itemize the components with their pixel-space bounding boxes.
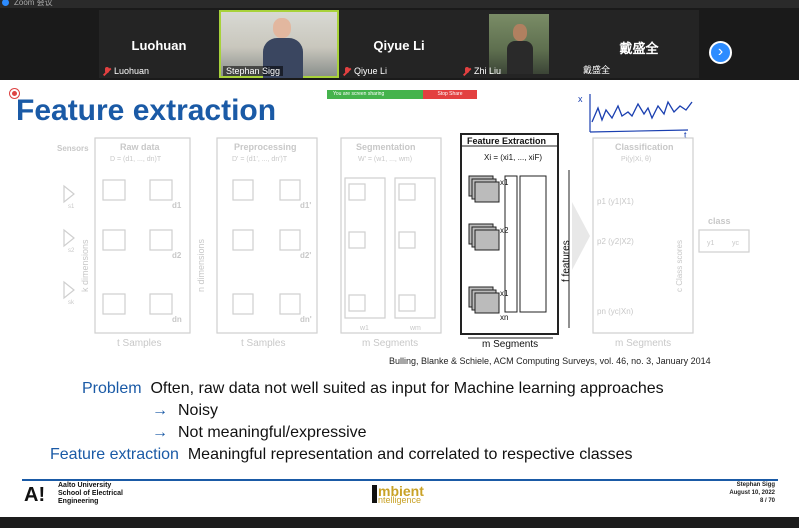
slide-title: Feature extraction bbox=[16, 94, 277, 127]
participant-silhouette bbox=[507, 24, 533, 74]
stop-share-button[interactable]: Stop Share bbox=[423, 90, 477, 99]
n-dimensions-label: n dimensions bbox=[196, 238, 206, 292]
raw-d-n: dn bbox=[172, 315, 182, 324]
mic-muted-icon bbox=[103, 66, 111, 76]
feature-extraction-formula: Xi = (xi1, ..., xiF) bbox=[484, 153, 542, 162]
arrow-icon: → bbox=[152, 402, 168, 419]
m-segments-label-3: m Segments bbox=[615, 338, 671, 349]
sensors-label: Sensors bbox=[57, 144, 89, 153]
t-samples-label: t Samples bbox=[117, 338, 161, 349]
chevron-right-icon: › bbox=[717, 43, 724, 60]
feature-extraction-title: Feature Extraction bbox=[467, 136, 546, 146]
class-value-1: y1 bbox=[707, 240, 715, 247]
footer-page: 8 / 70 bbox=[759, 498, 775, 504]
aalto-logo: A! bbox=[24, 484, 52, 506]
bottom-bar bbox=[0, 517, 799, 528]
footer-divider bbox=[22, 479, 778, 481]
participant-caption: Qiyue Li bbox=[343, 66, 387, 76]
footer-date: August 10, 2022 bbox=[729, 490, 775, 496]
screen-share-bar: You are screen sharing Stop Share bbox=[327, 90, 477, 99]
participant-name: 戴盛全 bbox=[619, 41, 659, 56]
window-titlebar: Zoom 会议 bbox=[0, 0, 799, 8]
seg-w-m: wm bbox=[409, 325, 421, 332]
participant-caption: Luohuan bbox=[103, 66, 149, 76]
window-title: Zoom 会议 bbox=[14, 0, 53, 7]
class-scores-label: c Class scores bbox=[675, 240, 684, 292]
class-label: class bbox=[708, 216, 731, 226]
classification-title: Classification bbox=[615, 142, 674, 152]
point-not-meaningful: → Not meaningful/expressive bbox=[152, 424, 367, 441]
arrow-icon: → bbox=[152, 424, 168, 441]
activity-recognition-chain-diagram: Sensors s1 s2 sk k dimensions Raw data D… bbox=[57, 133, 750, 350]
aalto-university-name: Aalto University School of Electrical En… bbox=[58, 482, 123, 505]
sensor-mark-1: s1 bbox=[68, 204, 75, 210]
seg-w-1: w1 bbox=[359, 325, 369, 332]
participant-tile-luohuan[interactable]: Luohuan Luohuan bbox=[99, 10, 219, 78]
m-segments-label: m Segments bbox=[362, 338, 418, 349]
zoom-icon bbox=[2, 0, 9, 6]
sensor-mark-2: s2 bbox=[68, 248, 75, 254]
class-row-1: p1 (y1|X1) bbox=[597, 197, 634, 206]
participant-gallery: Luohuan Luohuan Stephan Sigg Qiyue Li Qi… bbox=[0, 8, 799, 80]
classification-formula: Pi(y|Xi, θ) bbox=[621, 156, 651, 163]
participant-tile-dai-shengquan[interactable]: 戴盛全 戴盛全 bbox=[579, 10, 699, 78]
k-dimensions-label: k dimensions bbox=[80, 239, 90, 292]
class-row-2: p2 (y2|X2) bbox=[597, 237, 634, 246]
problem-text: Often, raw data not well suited as input… bbox=[150, 380, 664, 397]
share-status: You are screen sharing bbox=[327, 90, 423, 99]
pre-d-2: d2' bbox=[300, 251, 311, 260]
mic-muted-icon bbox=[463, 66, 471, 76]
participant-tile-qiyue-li[interactable]: Qiyue Li Qiyue Li bbox=[339, 10, 459, 78]
participant-caption: Zhi Liu bbox=[463, 66, 501, 76]
participant-name: Luohuan bbox=[131, 38, 187, 53]
class-value-c: yc bbox=[732, 240, 740, 247]
problem-term: Problem bbox=[82, 380, 142, 397]
feature-extraction-term: Feature extraction bbox=[50, 446, 179, 463]
feature-extraction-line: Feature extraction Meaningful representa… bbox=[50, 446, 633, 464]
pre-d-1: d1' bbox=[300, 201, 311, 210]
fe-mark-2: x2 bbox=[500, 226, 509, 235]
t-samples-label-2: t Samples bbox=[241, 338, 285, 349]
segmentation-formula: W' = (w1, ..., wm) bbox=[358, 156, 412, 163]
participant-tile-zhi-liu[interactable]: Zhi Liu bbox=[459, 10, 579, 78]
fe-mark-1: x1 bbox=[500, 178, 509, 187]
preprocessing-formula: D' = (d1', ..., dn')T bbox=[232, 156, 288, 163]
feature-extraction-text: Meaningful representation and correlated… bbox=[187, 446, 633, 463]
participant-caption: 戴盛全 bbox=[583, 65, 611, 75]
annotation-x-label: x bbox=[578, 94, 583, 104]
video-feed bbox=[489, 14, 549, 74]
preprocessing-title: Preprocessing bbox=[234, 142, 297, 152]
shared-slide: You are screen sharing Stop Share Featur… bbox=[0, 80, 799, 517]
citation: Bulling, Blanke & Schiele, ACM Computing… bbox=[389, 356, 711, 366]
sensor-mark-k: sk bbox=[68, 300, 75, 306]
footer-author: Stephan Sigg bbox=[736, 482, 775, 488]
pre-d-n: dn' bbox=[300, 315, 312, 324]
f-features-label: f features bbox=[561, 240, 572, 282]
m-segments-label-2: m Segments bbox=[482, 339, 538, 350]
raw-d-1: d1 bbox=[172, 201, 182, 210]
raw-data-title: Raw data bbox=[120, 142, 161, 152]
problem-line: Problem Often, raw data not well suited … bbox=[82, 380, 664, 398]
participant-tile-stephan-sigg[interactable]: Stephan Sigg bbox=[219, 10, 339, 78]
hand-annotation: x t bbox=[578, 94, 693, 138]
fe-mark-3: x1 bbox=[500, 289, 509, 298]
point-noisy: → Noisy bbox=[152, 402, 219, 419]
raw-d-2: d2 bbox=[172, 251, 182, 260]
fe-mark-n: xn bbox=[500, 313, 508, 322]
gallery-next-button[interactable]: › bbox=[709, 41, 732, 64]
class-row-n: pn (yc|Xn) bbox=[597, 307, 634, 316]
participant-name: Qiyue Li bbox=[373, 38, 425, 53]
mic-muted-icon bbox=[343, 66, 351, 76]
ambient-intelligence-logo: mbient ntelligence bbox=[372, 483, 452, 507]
slide-footer-info: Stephan Sigg August 10, 2022 8 / 70 bbox=[729, 481, 775, 505]
segmentation-title: Segmentation bbox=[356, 142, 416, 152]
raw-data-formula: D = (d1, ..., dn)T bbox=[110, 156, 162, 163]
participant-caption: Stephan Sigg bbox=[223, 66, 284, 76]
